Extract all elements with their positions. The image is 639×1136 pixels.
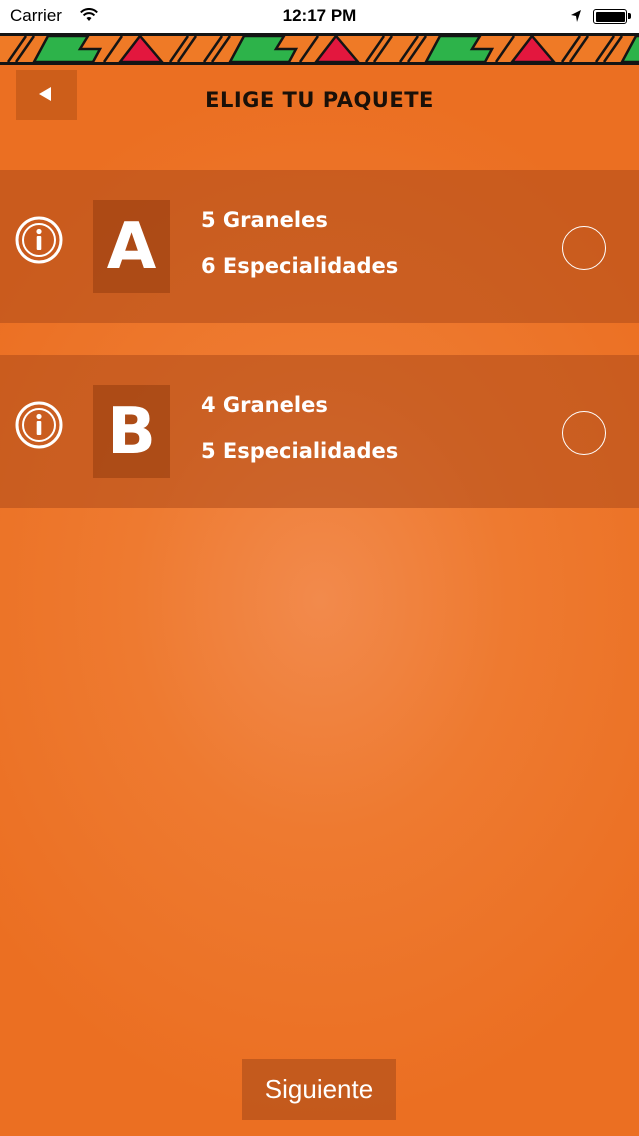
clock: 12:17 PM [282,6,357,25]
radio-button[interactable] [562,226,606,270]
package-especialidades: 6 Especialidades [201,254,399,278]
package-row-b[interactable]: B 4 Graneles 5 Especialidades [0,355,639,508]
package-row-a[interactable]: A 5 Graneles 6 Especialidades [0,170,639,323]
battery-icon [593,9,631,24]
package-letter-box: B [93,385,170,478]
package-graneles: 5 Graneles [201,208,328,232]
package-especialidades: 5 Especialidades [201,439,399,463]
package-letter: B [107,394,156,469]
info-icon[interactable] [15,216,63,264]
package-letter-box: A [93,200,170,293]
decorative-pattern-border [0,33,639,65]
package-letter: A [106,209,157,284]
location-arrow-icon [570,8,582,28]
status-bar: Carrier 12:17 PM [0,0,639,33]
next-button[interactable]: Siguiente [242,1059,396,1120]
package-graneles: 4 Graneles [201,393,328,417]
radio-button[interactable] [562,411,606,455]
page-title: ELIGE TU PAQUETE [205,88,434,112]
info-icon[interactable] [15,401,63,449]
